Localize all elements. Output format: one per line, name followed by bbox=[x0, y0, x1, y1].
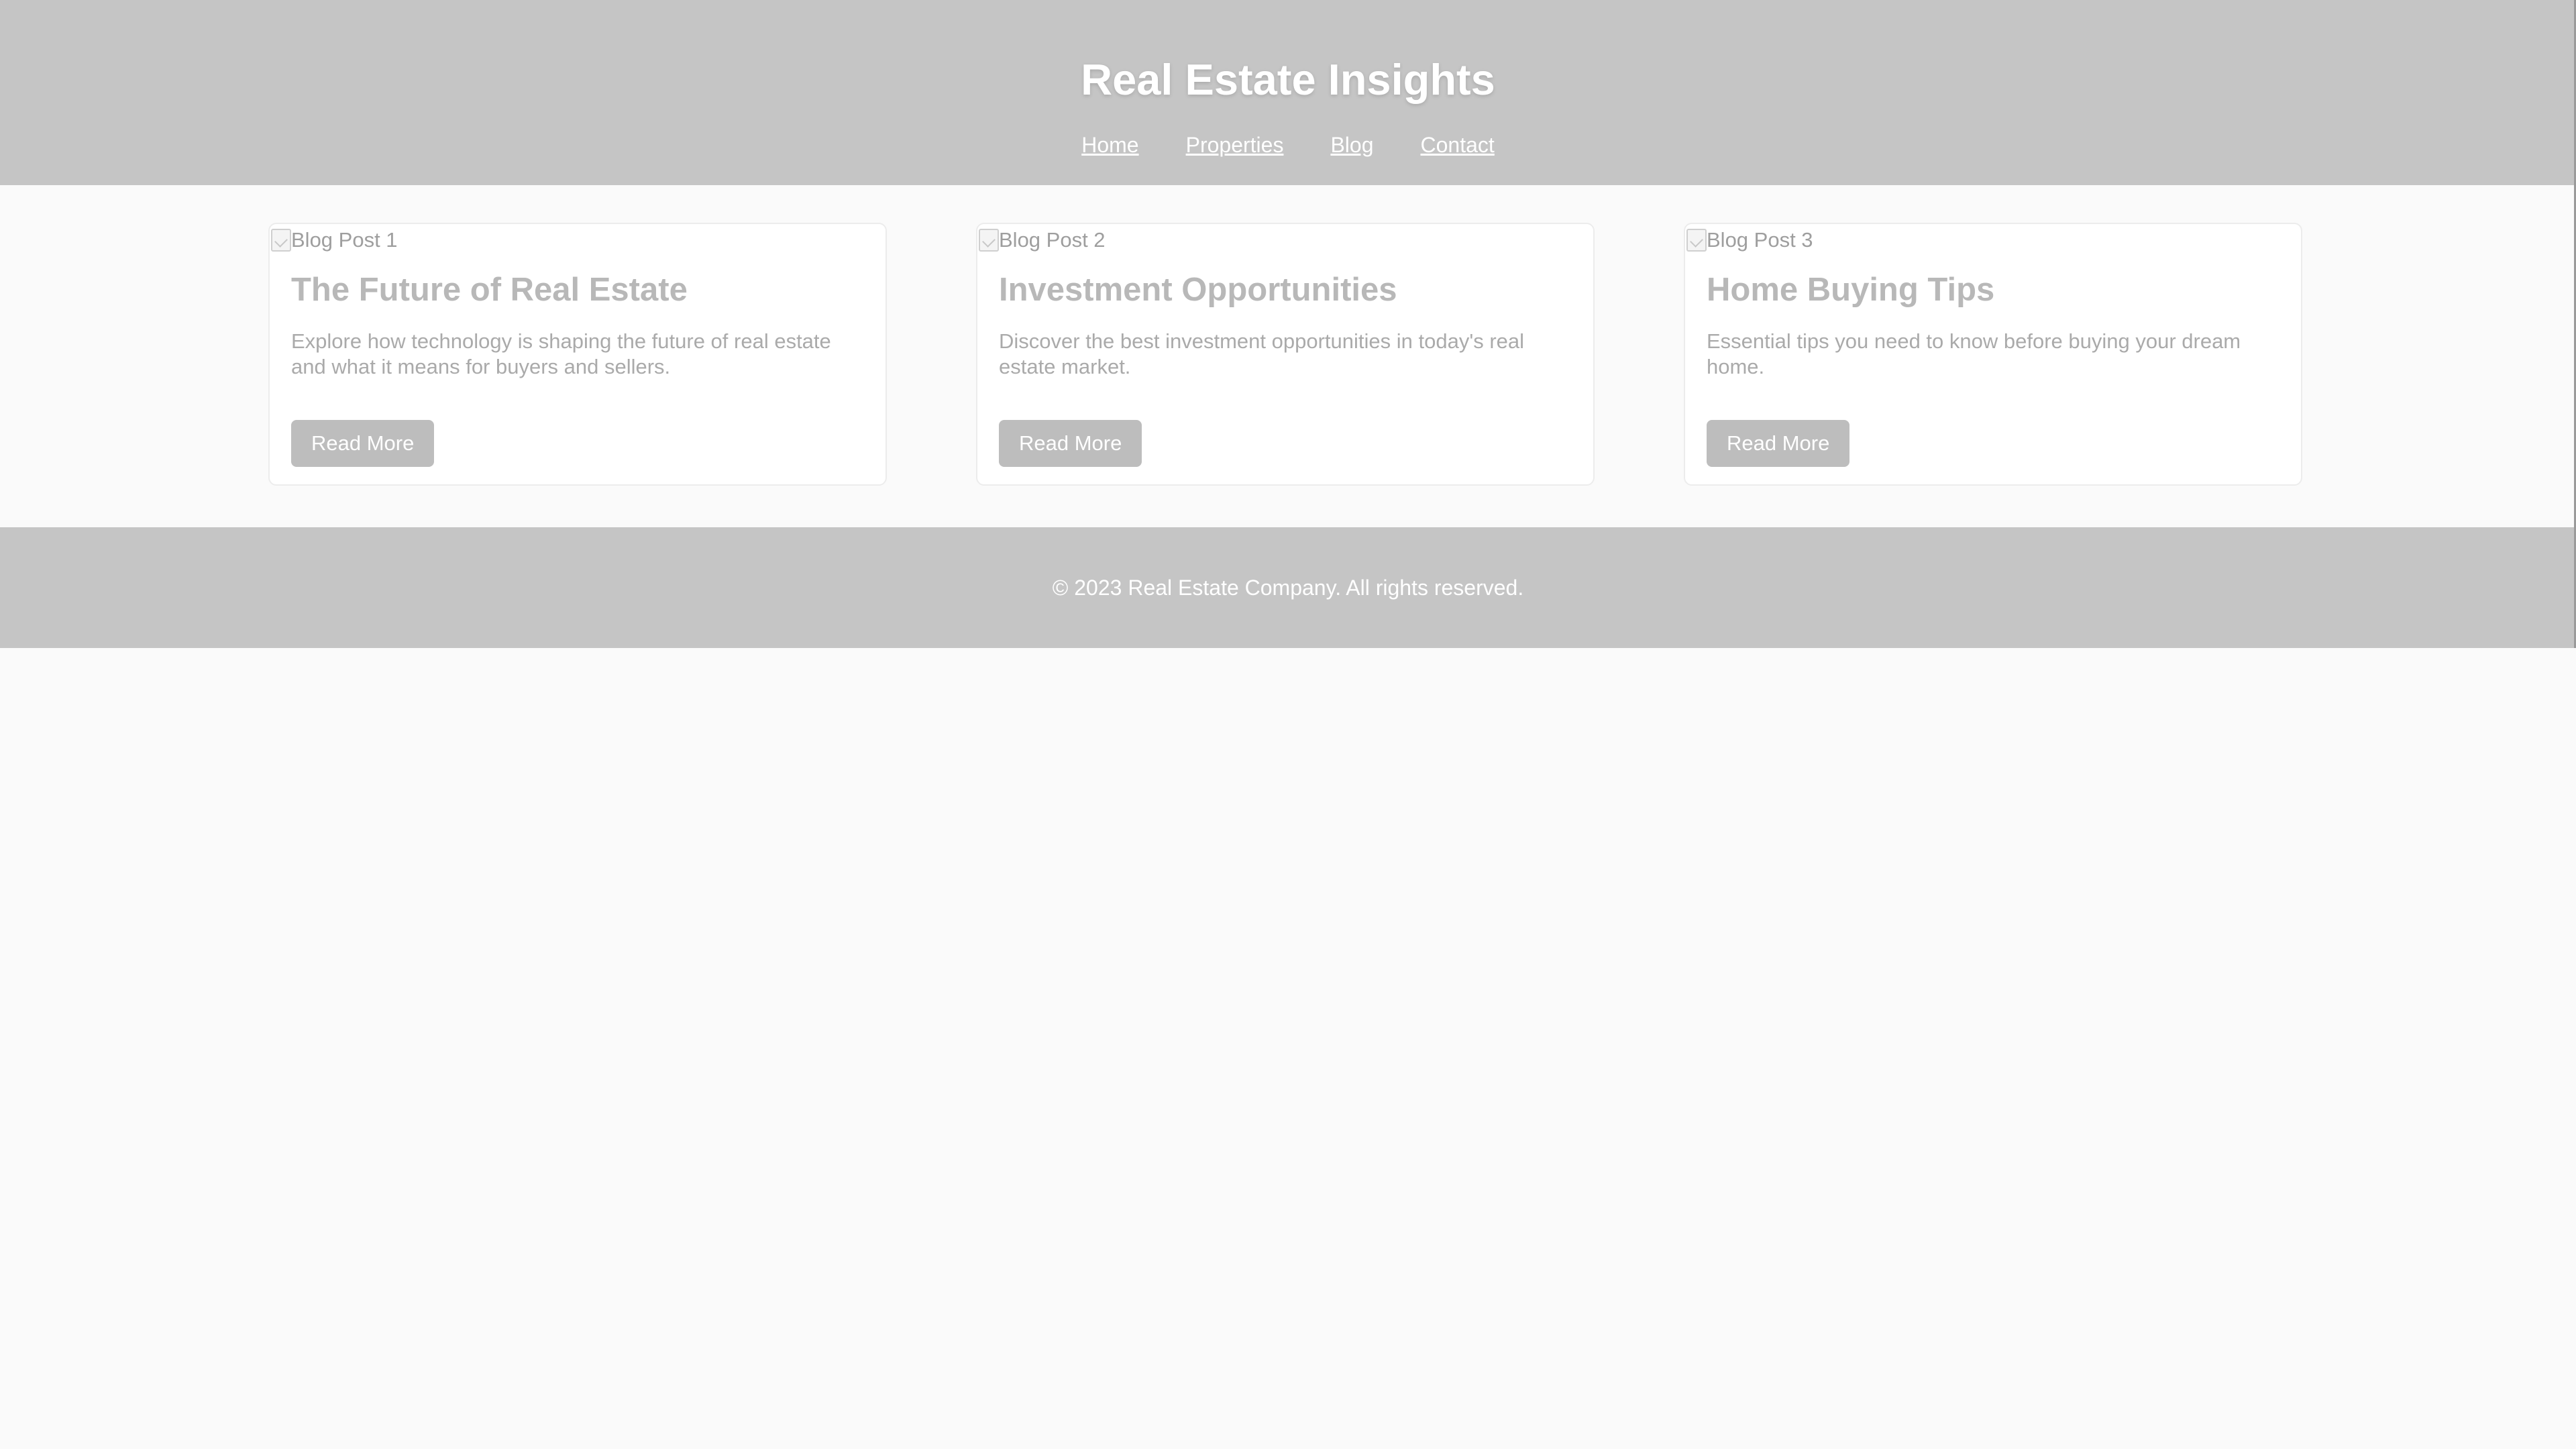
blog-post-description: Discover the best investment opportuniti… bbox=[999, 329, 1525, 378]
site-title: Real Estate Insights bbox=[1081, 55, 1495, 104]
blog-post-title: The Future of Real Estate bbox=[291, 272, 688, 308]
blog-post-description: Essential tips you need to know before b… bbox=[1707, 329, 2241, 378]
blog-post-card: Blog Post 3 Home Buying Tips Essential t… bbox=[1684, 223, 2302, 486]
blog-post-list: Blog Post 1 The Future of Real Estate Ex… bbox=[268, 223, 2302, 486]
blog-post-title: Home Buying Tips bbox=[1707, 272, 1995, 308]
broken-image-icon bbox=[271, 229, 291, 252]
blog-post-card: Blog Post 1 The Future of Real Estate Ex… bbox=[268, 223, 887, 486]
broken-image-icon bbox=[1686, 229, 1707, 252]
blog-post-image-alt: Blog Post 2 bbox=[999, 228, 1106, 252]
broken-image-icon bbox=[979, 229, 999, 252]
read-more-button[interactable]: Read More bbox=[999, 420, 1142, 467]
blog-post-description: Explore how technology is shaping the fu… bbox=[291, 329, 831, 378]
main-nav: Home Properties Blog Contact bbox=[0, 131, 2576, 158]
blog-post-image: Blog Post 2 bbox=[979, 227, 1106, 254]
nav-link-properties[interactable]: Properties bbox=[1186, 131, 1284, 158]
read-more-button[interactable]: Read More bbox=[291, 420, 435, 467]
blog-post-image-alt: Blog Post 1 bbox=[291, 228, 398, 252]
nav-link-blog[interactable]: Blog bbox=[1330, 131, 1373, 158]
blog-post-title: Investment Opportunities bbox=[999, 272, 1397, 308]
site-footer: © 2023 Real Estate Company. All rights r… bbox=[0, 527, 2576, 648]
blog-post-card: Blog Post 2 Investment Opportunities Dis… bbox=[976, 223, 1595, 486]
site-header: Real Estate Insights Home Properties Blo… bbox=[0, 0, 2576, 185]
blog-post-image-alt: Blog Post 3 bbox=[1707, 228, 1813, 252]
nav-link-home[interactable]: Home bbox=[1081, 131, 1138, 158]
copyright-text: © 2023 Real Estate Company. All rights r… bbox=[1052, 576, 1524, 600]
read-more-button[interactable]: Read More bbox=[1707, 420, 1850, 467]
nav-link-contact[interactable]: Contact bbox=[1420, 131, 1494, 158]
blog-post-image: Blog Post 1 bbox=[271, 227, 398, 254]
blog-post-image: Blog Post 3 bbox=[1686, 227, 1813, 254]
